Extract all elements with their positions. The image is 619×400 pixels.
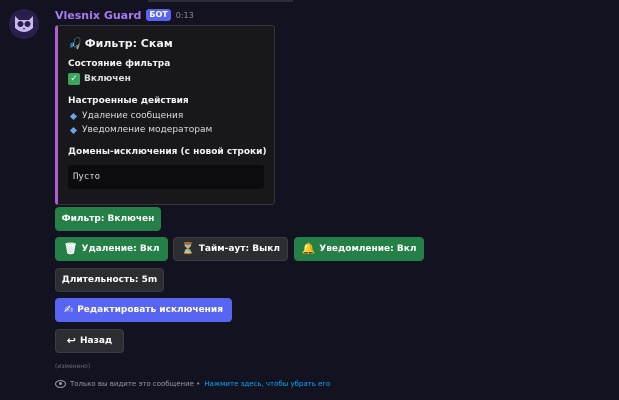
embed-title: 🎣 Фильтр: Скам bbox=[68, 37, 173, 50]
status-value-text: Включен bbox=[84, 74, 131, 84]
timeout-toggle-button[interactable]: ⏳ Тайм-аут: Выкл bbox=[173, 237, 288, 261]
notify-toggle-label: Уведомление: Вкл bbox=[319, 244, 417, 254]
message-header: Vlesnix Guard БОТ 0:13 bbox=[55, 8, 194, 22]
edit-exceptions-label: Редактировать исключения bbox=[77, 305, 223, 315]
actions-field-label: Настроенные действия bbox=[68, 96, 189, 106]
edit-exceptions-button[interactable]: ✍ Редактировать исключения bbox=[55, 298, 232, 322]
username[interactable]: Vlesnix Guard bbox=[55, 9, 141, 22]
timestamp[interactable]: 0:13 bbox=[176, 11, 194, 20]
action-item-text: Удаление сообщения bbox=[82, 111, 184, 121]
action-item-text: Уведомление модераторам bbox=[82, 125, 213, 135]
status-field-value: ✓ Включен bbox=[68, 73, 131, 85]
return-arrow-icon: ↩ bbox=[66, 334, 77, 347]
delete-toggle-button[interactable]: 🗑 Удаление: Вкл bbox=[55, 237, 168, 261]
edited-marker: (изменено) bbox=[55, 363, 91, 370]
wastebasket-icon: 🗑 bbox=[63, 242, 78, 255]
fishing-icon: 🎣 bbox=[68, 36, 82, 50]
filter-embed: 🎣 Фильтр: Скам Состояние фильтра ✓ Включ… bbox=[55, 25, 275, 205]
ephemeral-notice: Только вы видите это сообщение • Нажмите… bbox=[55, 380, 330, 388]
dismiss-message-link[interactable]: Нажмите здесь, чтобы убрать его bbox=[204, 380, 330, 388]
bell-icon: 🔔 bbox=[301, 242, 316, 255]
status-field-label: Состояние фильтра bbox=[68, 59, 171, 69]
duration-label: Длительность: 5m bbox=[61, 275, 158, 285]
ephemeral-notice-text: Только вы видите это сообщение • bbox=[70, 380, 201, 388]
notify-toggle-button[interactable]: 🔔 Уведомление: Вкл bbox=[294, 237, 424, 261]
filter-toggle-button[interactable]: Фильтр: Включен bbox=[55, 207, 161, 231]
embed-title-text: Фильтр: Скам bbox=[84, 37, 173, 50]
check-mark-icon: ✓ bbox=[68, 73, 80, 85]
diamond-bullet-icon bbox=[69, 126, 78, 134]
delete-toggle-label: Удаление: Вкл bbox=[81, 244, 160, 254]
filter-toggle-label: Фильтр: Включен bbox=[61, 214, 155, 224]
duration-button[interactable]: Длительность: 5m bbox=[55, 268, 164, 292]
back-label: Назад bbox=[80, 336, 113, 346]
previous-message-edge bbox=[148, 0, 293, 2]
diamond-bullet-icon bbox=[69, 112, 78, 120]
bot-badge: БОТ bbox=[146, 9, 171, 21]
owl-logo-icon bbox=[9, 9, 39, 39]
writing-hand-icon: ✍ bbox=[63, 303, 74, 316]
timeout-toggle-label: Тайм-аут: Выкл bbox=[198, 244, 280, 254]
domains-code-block: Пусто bbox=[68, 165, 264, 189]
action-item: Удаление сообщения bbox=[68, 111, 183, 121]
eye-icon bbox=[55, 380, 66, 388]
hourglass-icon: ⏳ bbox=[181, 242, 195, 255]
domains-field-label: Домены-исключения (с новой строки) bbox=[68, 147, 267, 157]
bot-avatar[interactable] bbox=[9, 9, 39, 39]
action-item: Уведомление модераторам bbox=[68, 125, 212, 135]
back-button[interactable]: ↩ Назад bbox=[55, 329, 124, 353]
